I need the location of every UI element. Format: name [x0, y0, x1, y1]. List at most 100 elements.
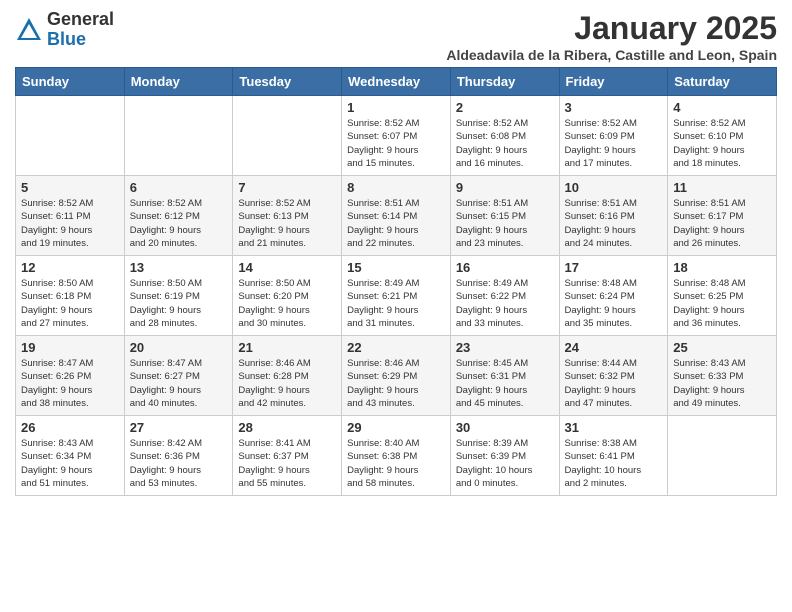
calendar-cell: 4Sunrise: 8:52 AM Sunset: 6:10 PM Daylig…	[668, 96, 777, 176]
day-info: Sunrise: 8:39 AM Sunset: 6:39 PM Dayligh…	[456, 437, 554, 490]
calendar-cell: 24Sunrise: 8:44 AM Sunset: 6:32 PM Dayli…	[559, 336, 668, 416]
calendar-cell: 13 Sunrise: 8:50 AM Sunset: 6:19 PM Dayli…	[124, 256, 233, 336]
calendar-cell: 6Sunrise: 8:52 AM Sunset: 6:12 PM Daylig…	[124, 176, 233, 256]
day-info: Sunrise: 8:48 AM Sunset: 6:25 PM Dayligh…	[673, 277, 771, 330]
calendar-cell: 20 Sunrise: 8:47 AM Sunset: 6:27 PM Dayli…	[124, 336, 233, 416]
calendar-cell: 18 Sunrise: 8:48 AM Sunset: 6:25 PM Dayli…	[668, 256, 777, 336]
day-number: 10	[565, 180, 663, 195]
weekday-header-thursday: Thursday	[450, 68, 559, 96]
calendar-cell: 9 Sunrise: 8:51 AM Sunset: 6:15 PM Daylig…	[450, 176, 559, 256]
day-number: 25	[673, 340, 771, 355]
day-info: Sunrise: 8:43 AM Sunset: 6:33 PM Dayligh…	[673, 357, 771, 410]
day-info: Sunrise: 8:38 AM Sunset: 6:41 PM Dayligh…	[565, 437, 663, 490]
day-info: Sunrise: 8:45 AM Sunset: 6:31 PM Dayligh…	[456, 357, 554, 410]
day-number: 17	[565, 260, 663, 275]
logo-general: General	[47, 9, 114, 29]
logo: General Blue	[15, 10, 114, 50]
calendar-cell: 26 Sunrise: 8:43 AM Sunset: 6:34 PM Dayli…	[16, 416, 125, 496]
day-number: 28	[238, 420, 336, 435]
calendar-cell	[16, 96, 125, 176]
title-block: January 2025 Aldeadavila de la Ribera, C…	[446, 10, 777, 63]
day-info: Sunrise: 8:51 AM Sunset: 6:14 PM Dayligh…	[347, 197, 445, 250]
day-number: 18	[673, 260, 771, 275]
day-info: Sunrise: 8:52 AM Sunset: 6:12 PM Dayligh…	[130, 197, 228, 250]
calendar-cell: 27 Sunrise: 8:42 AM Sunset: 6:36 PM Dayli…	[124, 416, 233, 496]
day-info: Sunrise: 8:49 AM Sunset: 6:21 PM Dayligh…	[347, 277, 445, 330]
calendar-cell: 21 Sunrise: 8:46 AM Sunset: 6:28 PM Dayli…	[233, 336, 342, 416]
calendar-cell: 15 Sunrise: 8:49 AM Sunset: 6:21 PM Dayli…	[342, 256, 451, 336]
calendar-cell: 12Sunrise: 8:50 AM Sunset: 6:18 PM Dayli…	[16, 256, 125, 336]
day-info: Sunrise: 8:46 AM Sunset: 6:28 PM Dayligh…	[238, 357, 336, 410]
page-container: General Blue January 2025 Aldeadavila de…	[0, 0, 792, 506]
day-number: 9	[456, 180, 554, 195]
day-number: 27	[130, 420, 228, 435]
day-number: 20	[130, 340, 228, 355]
day-info: Sunrise: 8:50 AM Sunset: 6:20 PM Dayligh…	[238, 277, 336, 330]
logo-icon	[15, 16, 43, 44]
calendar-cell: 14 Sunrise: 8:50 AM Sunset: 6:20 PM Dayli…	[233, 256, 342, 336]
day-number: 13	[130, 260, 228, 275]
weekday-header-tuesday: Tuesday	[233, 68, 342, 96]
week-row-0: 1Sunrise: 8:52 AM Sunset: 6:07 PM Daylig…	[16, 96, 777, 176]
page-header: General Blue January 2025 Aldeadavila de…	[15, 10, 777, 63]
day-number: 29	[347, 420, 445, 435]
day-number: 1	[347, 100, 445, 115]
weekday-header-sunday: Sunday	[16, 68, 125, 96]
calendar-cell	[668, 416, 777, 496]
day-number: 16	[456, 260, 554, 275]
day-info: Sunrise: 8:52 AM Sunset: 6:11 PM Dayligh…	[21, 197, 119, 250]
calendar-cell: 23 Sunrise: 8:45 AM Sunset: 6:31 PM Dayli…	[450, 336, 559, 416]
weekday-header-friday: Friday	[559, 68, 668, 96]
day-number: 24	[565, 340, 663, 355]
day-number: 19	[21, 340, 119, 355]
calendar-cell: 7 Sunrise: 8:52 AM Sunset: 6:13 PM Daylig…	[233, 176, 342, 256]
day-number: 22	[347, 340, 445, 355]
calendar-cell: 31 Sunrise: 8:38 AM Sunset: 6:41 PM Dayli…	[559, 416, 668, 496]
day-info: Sunrise: 8:47 AM Sunset: 6:26 PM Dayligh…	[21, 357, 119, 410]
day-number: 7	[238, 180, 336, 195]
day-info: Sunrise: 8:40 AM Sunset: 6:38 PM Dayligh…	[347, 437, 445, 490]
day-info: Sunrise: 8:52 AM Sunset: 6:13 PM Dayligh…	[238, 197, 336, 250]
calendar-cell: 29 Sunrise: 8:40 AM Sunset: 6:38 PM Dayli…	[342, 416, 451, 496]
day-number: 11	[673, 180, 771, 195]
day-number: 8	[347, 180, 445, 195]
weekday-header-row: SundayMondayTuesdayWednesdayThursdayFrid…	[16, 68, 777, 96]
day-info: Sunrise: 8:47 AM Sunset: 6:27 PM Dayligh…	[130, 357, 228, 410]
week-row-2: 12Sunrise: 8:50 AM Sunset: 6:18 PM Dayli…	[16, 256, 777, 336]
logo-text: General Blue	[47, 10, 114, 50]
day-info: Sunrise: 8:41 AM Sunset: 6:37 PM Dayligh…	[238, 437, 336, 490]
calendar-cell: 5 Sunrise: 8:52 AM Sunset: 6:11 PM Daylig…	[16, 176, 125, 256]
calendar-cell: 16 Sunrise: 8:49 AM Sunset: 6:22 PM Dayli…	[450, 256, 559, 336]
day-number: 14	[238, 260, 336, 275]
day-number: 23	[456, 340, 554, 355]
calendar-cell: 30 Sunrise: 8:39 AM Sunset: 6:39 PM Dayli…	[450, 416, 559, 496]
calendar-cell: 2Sunrise: 8:52 AM Sunset: 6:08 PM Daylig…	[450, 96, 559, 176]
calendar-cell: 10Sunrise: 8:51 AM Sunset: 6:16 PM Dayli…	[559, 176, 668, 256]
day-info: Sunrise: 8:51 AM Sunset: 6:15 PM Dayligh…	[456, 197, 554, 250]
day-number: 31	[565, 420, 663, 435]
day-info: Sunrise: 8:46 AM Sunset: 6:29 PM Dayligh…	[347, 357, 445, 410]
day-info: Sunrise: 8:42 AM Sunset: 6:36 PM Dayligh…	[130, 437, 228, 490]
calendar-subtitle: Aldeadavila de la Ribera, Castille and L…	[446, 47, 777, 63]
logo-blue: Blue	[47, 29, 86, 49]
day-info: Sunrise: 8:52 AM Sunset: 6:09 PM Dayligh…	[565, 117, 663, 170]
day-number: 26	[21, 420, 119, 435]
weekday-header-wednesday: Wednesday	[342, 68, 451, 96]
weekday-header-monday: Monday	[124, 68, 233, 96]
day-info: Sunrise: 8:49 AM Sunset: 6:22 PM Dayligh…	[456, 277, 554, 330]
day-info: Sunrise: 8:43 AM Sunset: 6:34 PM Dayligh…	[21, 437, 119, 490]
week-row-3: 19 Sunrise: 8:47 AM Sunset: 6:26 PM Dayli…	[16, 336, 777, 416]
day-number: 2	[456, 100, 554, 115]
weekday-header-saturday: Saturday	[668, 68, 777, 96]
day-number: 15	[347, 260, 445, 275]
calendar-title: January 2025	[446, 10, 777, 47]
calendar-cell: 11 Sunrise: 8:51 AM Sunset: 6:17 PM Dayli…	[668, 176, 777, 256]
day-info: Sunrise: 8:51 AM Sunset: 6:17 PM Dayligh…	[673, 197, 771, 250]
day-info: Sunrise: 8:50 AM Sunset: 6:18 PM Dayligh…	[21, 277, 119, 330]
day-info: Sunrise: 8:50 AM Sunset: 6:19 PM Dayligh…	[130, 277, 228, 330]
day-number: 21	[238, 340, 336, 355]
day-number: 30	[456, 420, 554, 435]
calendar-cell: 25 Sunrise: 8:43 AM Sunset: 6:33 PM Dayli…	[668, 336, 777, 416]
week-row-1: 5 Sunrise: 8:52 AM Sunset: 6:11 PM Daylig…	[16, 176, 777, 256]
day-number: 5	[21, 180, 119, 195]
